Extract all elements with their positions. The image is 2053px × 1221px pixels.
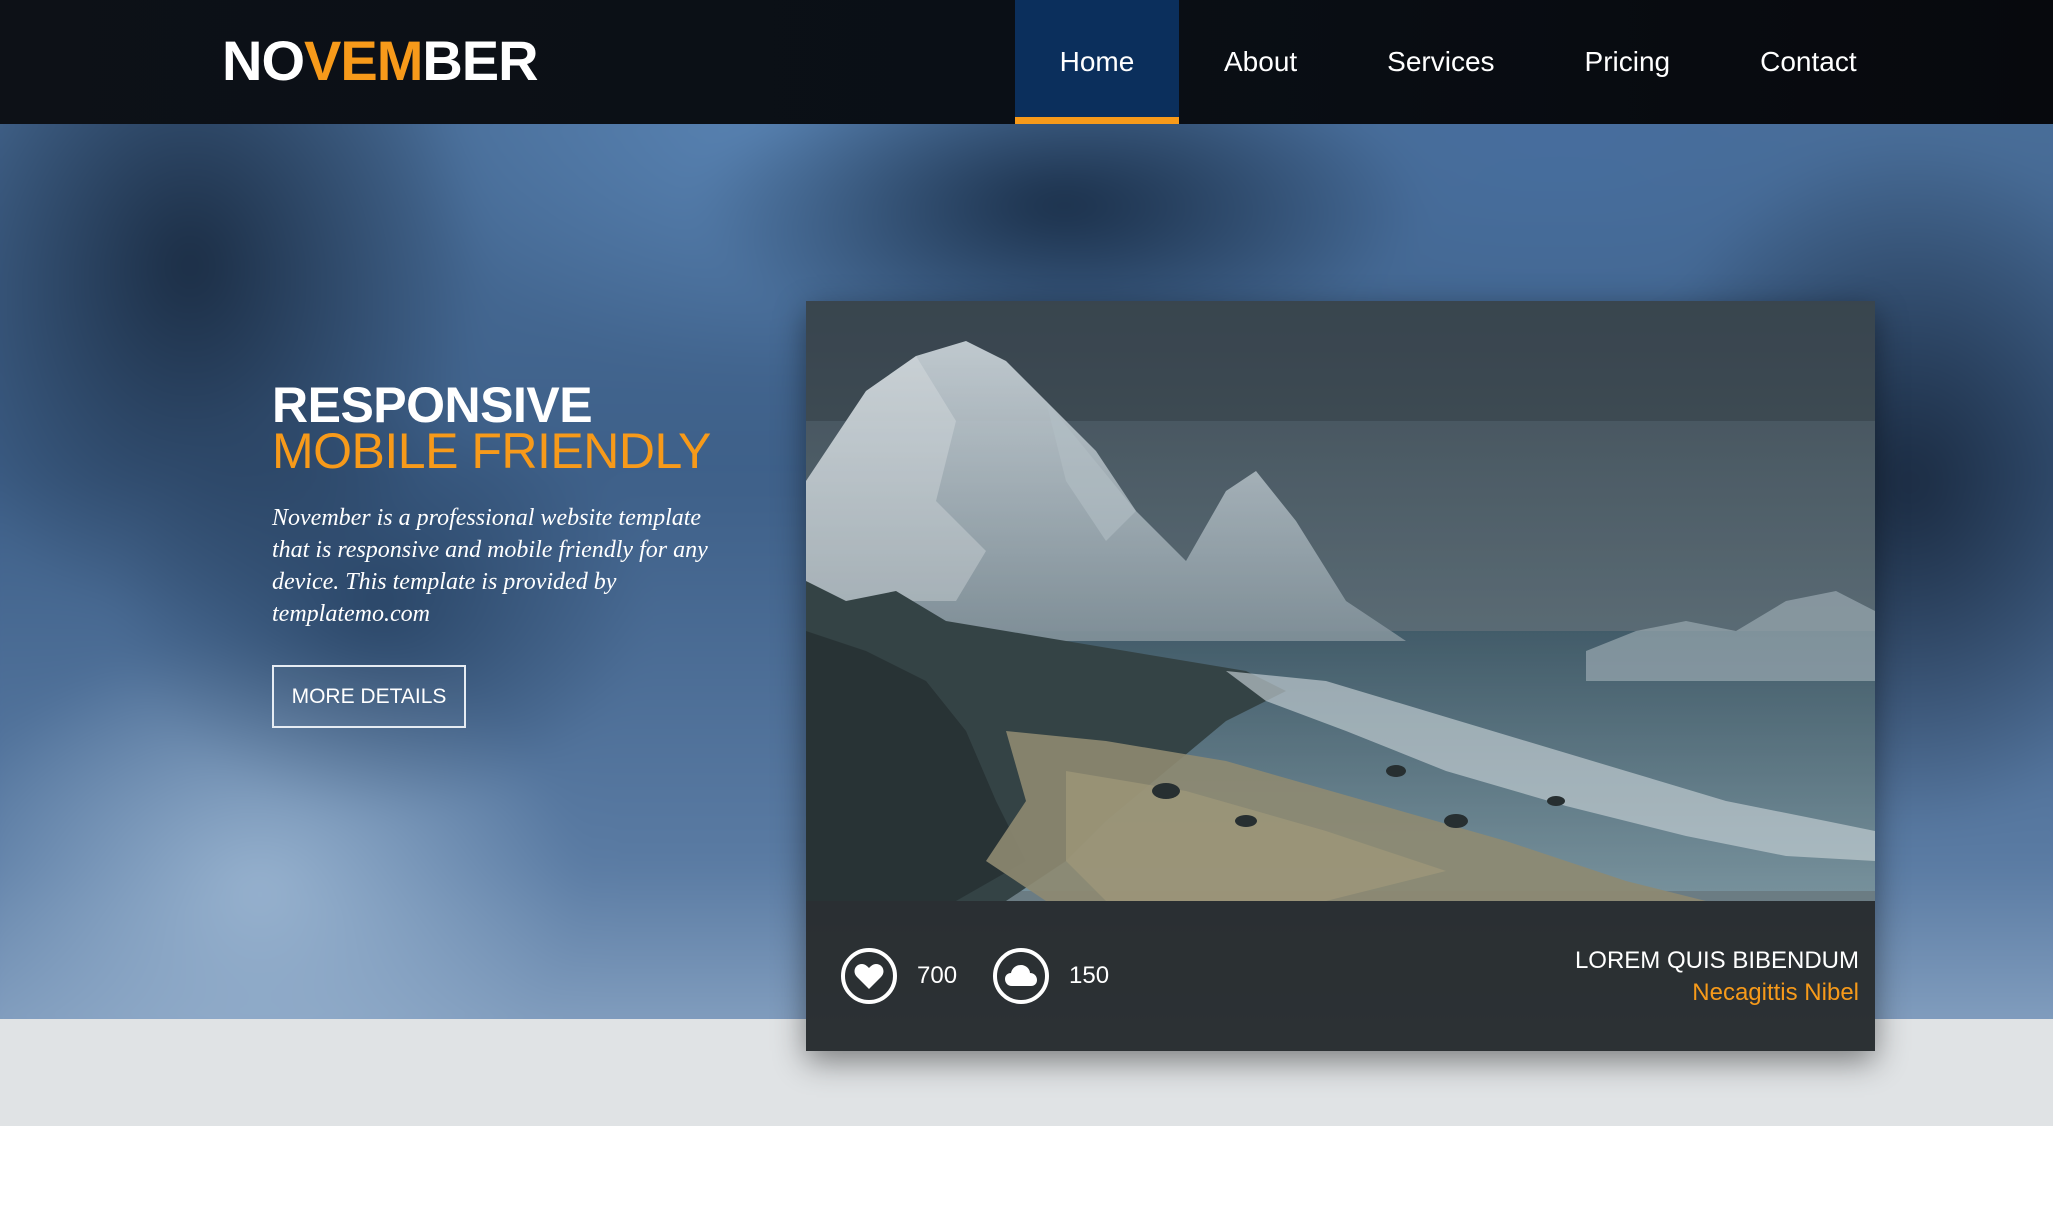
heart-icon[interactable] — [841, 948, 897, 1004]
logo-part-1: NO — [222, 29, 305, 92]
likes-stat: 700 — [841, 901, 957, 1051]
hero-headline: RESPONSIVE — [272, 377, 593, 433]
nav-item-services[interactable]: Services — [1342, 0, 1539, 124]
hero-text: RESPONSIVE MOBILE FRIENDLY November is a… — [272, 377, 732, 630]
nav-item-about[interactable]: About — [1179, 0, 1342, 124]
cloud-count: 150 — [1069, 962, 1110, 989]
cloud-stat: 150 — [993, 901, 1109, 1051]
card-caption-title: LOREM QUIS BIBENDUM — [1574, 947, 1859, 974]
nav-item-pricing[interactable]: Pricing — [1540, 0, 1716, 124]
logo[interactable]: NOVEMBER — [222, 28, 539, 93]
cloud-icon[interactable] — [993, 948, 1049, 1004]
card-footer: 700 150 LOREM QUIS BIBENDUM Necagittis N… — [806, 901, 1875, 1051]
logo-part-3: BER — [422, 29, 538, 92]
featured-card: 700 150 LOREM QUIS BIBENDUM Necagittis N… — [806, 301, 1875, 1051]
navbar: NOVEMBER Home About Services Pricing Con… — [0, 0, 2053, 124]
card-caption: LOREM QUIS BIBENDUM Necagittis Nibel — [1575, 945, 1859, 1009]
nav-item-contact[interactable]: Contact — [1715, 0, 1902, 124]
more-details-button[interactable]: MORE DETAILS — [272, 665, 466, 728]
card-caption-subtitle[interactable]: Necagittis Nibel — [1575, 977, 1859, 1009]
main-nav: Home About Services Pricing Contact — [1015, 0, 1902, 124]
hero-subheadline: MOBILE FRIENDLY — [272, 423, 711, 479]
logo-part-2: VEM — [304, 29, 423, 92]
hero-description: November is a professional website templ… — [272, 505, 708, 627]
nav-item-home[interactable]: Home — [1015, 0, 1179, 124]
likes-count: 700 — [917, 962, 958, 989]
